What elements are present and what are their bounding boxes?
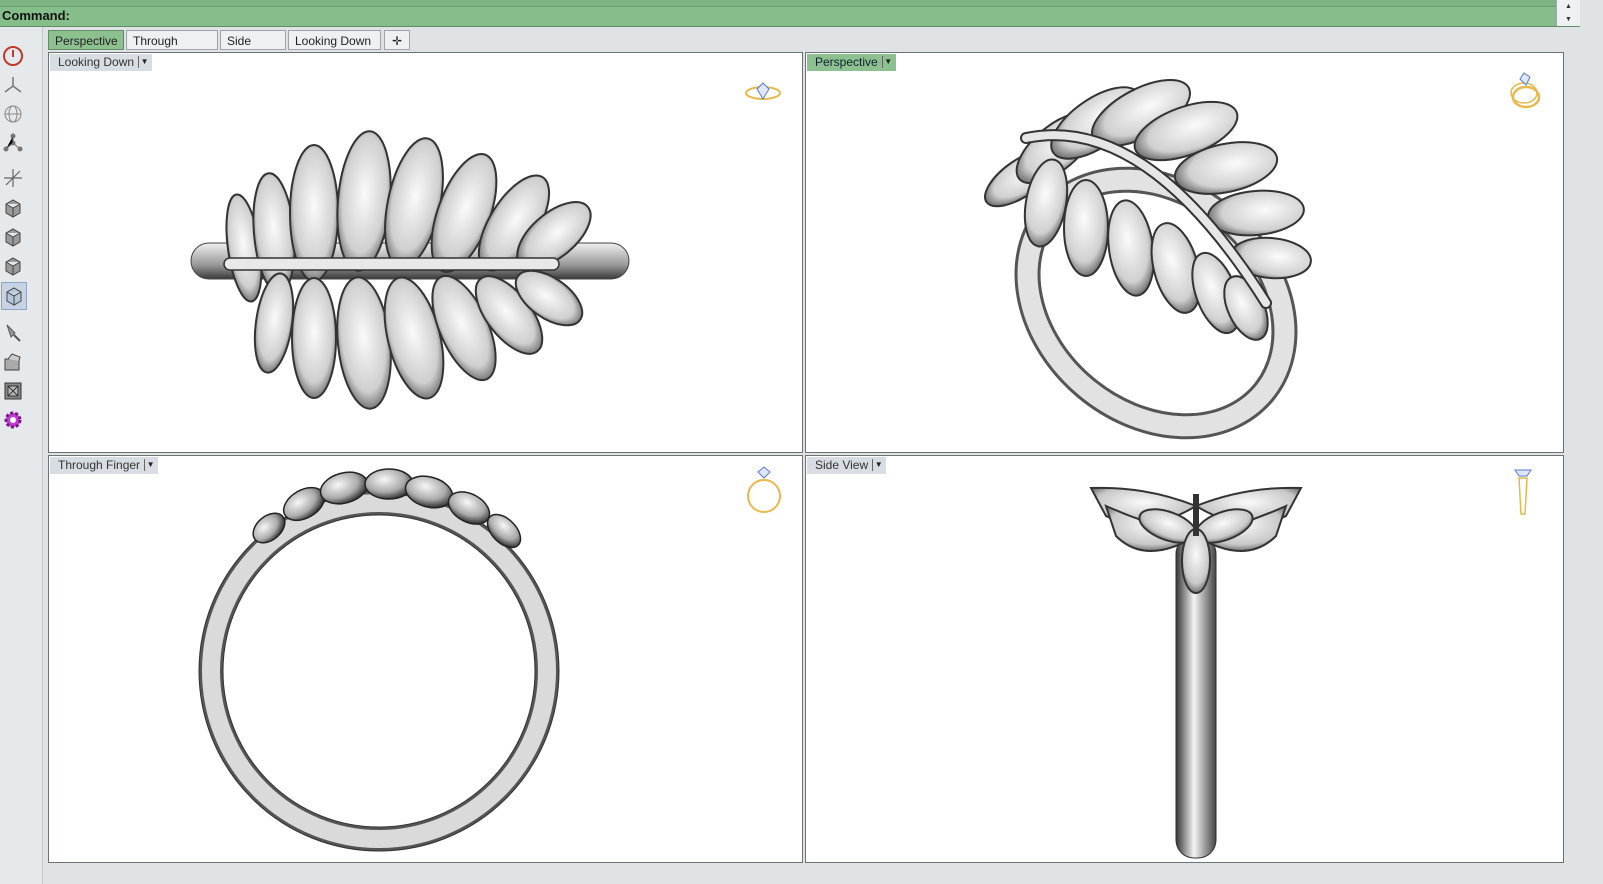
ring-perspective-render [984, 78, 1312, 440]
scroll-down-icon[interactable]: ▼ [1557, 13, 1580, 26]
cube-icon[interactable] [1, 253, 25, 279]
ring-side-render [1089, 486, 1303, 859]
scroll-up-icon[interactable]: ▲ [1557, 0, 1580, 13]
add-tab-button[interactable]: ✛ [384, 30, 410, 50]
viewport-through-finger[interactable]: Through Finger ▼ [48, 455, 803, 863]
frame-icon[interactable] [1, 378, 25, 404]
ring-top-render [190, 130, 630, 410]
vertex-icon[interactable] [1, 130, 25, 156]
plus-icon: ✛ [391, 34, 403, 48]
ring-front-render [198, 468, 560, 852]
cube-icon[interactable] [1, 282, 27, 310]
viewport-perspective[interactable]: Perspective ▼ [805, 52, 1564, 453]
render-icon[interactable] [1, 349, 25, 375]
settings-icon[interactable] [1, 407, 25, 433]
lamp-icon[interactable] [1, 319, 25, 345]
tab-perspective[interactable]: Perspective [48, 30, 124, 50]
command-bar[interactable]: Command: ▲ ▼ [0, 0, 1580, 27]
command-label: Command: [2, 8, 70, 23]
viewport-side-view[interactable]: Side View ▼ [805, 455, 1564, 863]
command-history-strip [0, 0, 1580, 7]
viewport-looking-down[interactable]: Looking Down ▼ [48, 52, 803, 453]
tab-side-view[interactable]: Side View [220, 30, 286, 68]
cube-icon[interactable] [1, 224, 25, 250]
power-icon[interactable] [1, 43, 25, 69]
globe-icon[interactable] [1, 101, 25, 127]
command-scrollbar[interactable]: ▲ ▼ [1556, 0, 1580, 26]
left-toolbar [0, 27, 43, 884]
cube-icon[interactable] [1, 195, 25, 221]
tab-looking-down[interactable]: Looking Down [288, 30, 381, 50]
gumball-icon[interactable] [1, 72, 25, 98]
tab-through-finger[interactable]: Through Finger [126, 30, 218, 68]
axes-icon[interactable] [1, 165, 25, 191]
